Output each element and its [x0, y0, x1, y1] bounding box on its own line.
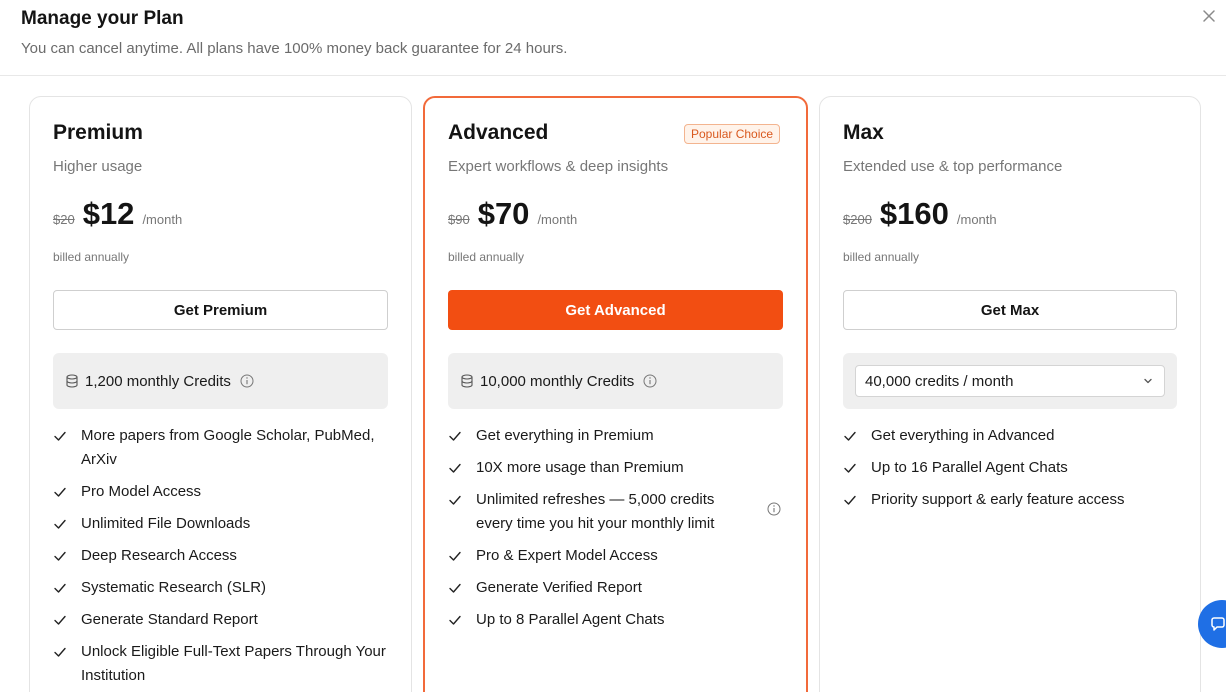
info-icon[interactable] [643, 374, 657, 388]
modal-header: Manage your Plan You can cancel anytime.… [0, 0, 1226, 76]
plan-name: Max [843, 121, 884, 144]
credits-select-value: 40,000 credits / month [865, 372, 1014, 390]
price: $12 [82, 196, 135, 231]
credits-label: 1,200 monthly Credits [85, 372, 231, 390]
plan-card-max: Max Extended use & top performance $200 … [819, 96, 1201, 692]
feature-list: Get everything in Premium 10X more usage… [448, 424, 781, 640]
check-icon [448, 581, 462, 595]
database-icon [65, 374, 79, 388]
billing-note: billed annually [53, 250, 130, 264]
credits-label: 10,000 monthly Credits [480, 372, 635, 390]
plan-card-premium: Premium Higher usage $20 $12 /month bill… [29, 96, 412, 692]
price-period: /month [142, 212, 183, 227]
close-button[interactable] [1200, 7, 1218, 25]
price: $70 [477, 196, 530, 231]
chat-icon [1211, 617, 1225, 631]
price-period: /month [537, 212, 578, 227]
info-icon[interactable] [240, 374, 254, 388]
price: $160 [879, 196, 949, 231]
feature-text: Deep Research Access [81, 547, 237, 564]
feature-item: 10X more usage than Premium [448, 456, 753, 480]
feature-item: Systematic Research (SLR) [53, 576, 388, 600]
get-advanced-button[interactable]: Get Advanced [448, 290, 783, 330]
chevron-down-icon [1144, 378, 1152, 384]
feature-text: More papers from Google Scholar, PubMed,… [81, 427, 375, 468]
check-icon [53, 549, 67, 563]
get-premium-button[interactable]: Get Premium [53, 290, 388, 330]
feature-item: Up to 16 Parallel Agent Chats [843, 456, 1177, 480]
feature-text: Generate Verified Report [476, 579, 642, 596]
feature-item: Unlimited refreshes — 5,000 credits ever… [448, 488, 781, 536]
feature-item: Up to 8 Parallel Agent Chats [448, 608, 753, 632]
old-price: $90 [448, 212, 470, 227]
get-max-button[interactable]: Get Max [843, 290, 1177, 330]
feature-item: Unlimited File Downloads [53, 512, 388, 536]
plan-name: Advanced [448, 121, 549, 144]
feature-text: Get everything in Advanced [871, 427, 1055, 444]
check-icon [843, 461, 857, 475]
feature-list: Get everything in Advanced Up to 16 Para… [843, 424, 1177, 520]
billing-note: billed annually [448, 250, 525, 264]
check-icon [53, 429, 67, 443]
feature-text: Pro Model Access [81, 483, 202, 500]
credits-select[interactable]: 40,000 credits / month [855, 365, 1165, 397]
feature-text: Up to 8 Parallel Agent Chats [476, 611, 665, 628]
check-icon [53, 517, 67, 531]
feature-text: Unlimited refreshes — 5,000 credits ever… [476, 491, 715, 532]
feature-text: Unlock Eligible Full-Text Papers Through… [81, 643, 386, 684]
close-icon [1203, 10, 1215, 22]
feature-text: Systematic Research (SLR) [81, 579, 267, 596]
credits-box: 40,000 credits / month [843, 353, 1177, 409]
feature-text: Pro & Expert Model Access [476, 547, 658, 564]
feature-item: Generate Verified Report [448, 576, 753, 600]
feature-text: Unlimited File Downloads [81, 515, 251, 532]
plan-description: Higher usage [53, 158, 143, 175]
credits-box: 1,200 monthly Credits [53, 353, 388, 409]
plan-name: Premium [53, 121, 143, 144]
check-icon [53, 485, 67, 499]
chat-button[interactable] [1198, 600, 1226, 648]
check-icon [843, 429, 857, 443]
check-icon [448, 461, 462, 475]
page-title: Manage your Plan [21, 8, 184, 29]
check-icon [448, 493, 462, 507]
plan-description: Expert workflows & deep insights [448, 158, 669, 175]
feature-item: More papers from Google Scholar, PubMed,… [53, 424, 388, 472]
feature-item: Deep Research Access [53, 544, 388, 568]
feature-text: Priority support & early feature access [871, 491, 1125, 508]
price-row: $90 $70 /month [448, 196, 577, 232]
old-price: $200 [843, 212, 872, 227]
check-icon [448, 549, 462, 563]
credits-box: 10,000 monthly Credits [448, 353, 783, 409]
info-icon[interactable] [767, 502, 781, 516]
price-row: $20 $12 /month [53, 196, 182, 232]
feature-item: Get everything in Advanced [843, 424, 1177, 448]
feature-text: 10X more usage than Premium [476, 459, 684, 476]
feature-text: Get everything in Premium [476, 427, 654, 444]
page-subtitle: You can cancel anytime. All plans have 1… [21, 40, 568, 57]
feature-item: Generate Standard Report [53, 608, 388, 632]
plan-card-advanced: Advanced Popular Choice Expert workflows… [423, 96, 808, 692]
feature-item: Unlock Eligible Full-Text Papers Through… [53, 640, 388, 688]
check-icon [53, 645, 67, 659]
check-icon [53, 581, 67, 595]
check-icon [448, 613, 462, 627]
billing-note: billed annually [843, 250, 920, 264]
database-icon [460, 374, 474, 388]
plan-description: Extended use & top performance [843, 158, 1063, 175]
price-period: /month [956, 212, 997, 227]
old-price: $20 [53, 212, 75, 227]
feature-item: Pro Model Access [53, 480, 388, 504]
feature-item: Priority support & early feature access [843, 488, 1177, 512]
check-icon [843, 493, 857, 507]
feature-list: More papers from Google Scholar, PubMed,… [53, 424, 388, 692]
feature-item: Pro & Expert Model Access [448, 544, 753, 568]
feature-text: Up to 16 Parallel Agent Chats [871, 459, 1068, 476]
check-icon [448, 429, 462, 443]
feature-text: Generate Standard Report [81, 611, 258, 628]
check-icon [53, 613, 67, 627]
feature-item: Get everything in Premium [448, 424, 753, 448]
price-row: $200 $160 /month [843, 196, 997, 232]
popular-badge: Popular Choice [684, 124, 781, 144]
